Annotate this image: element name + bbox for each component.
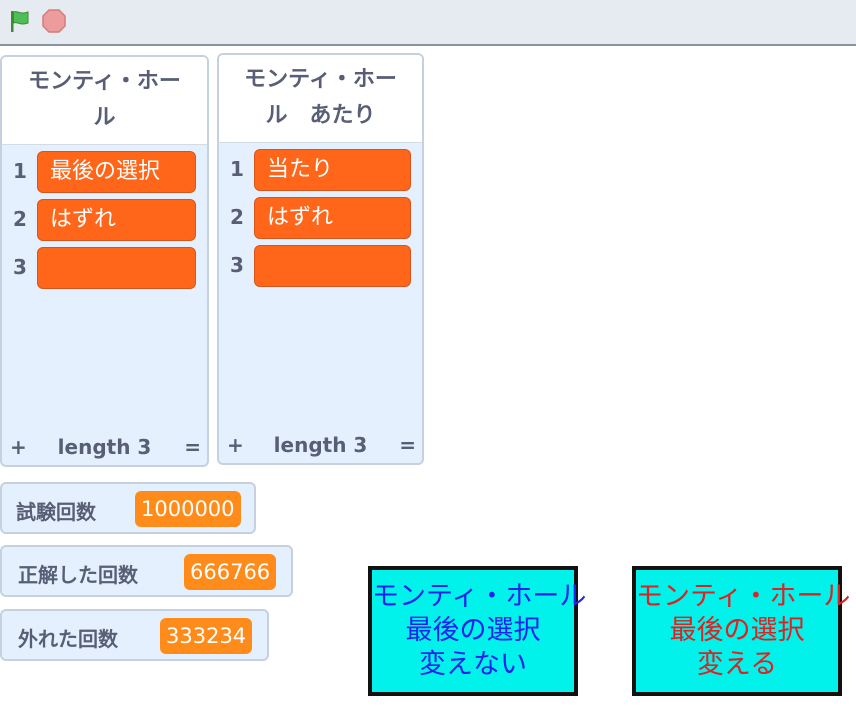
variable-monitor-wrong-count: 外れた回数 333234 [0, 609, 269, 661]
variable-label: 試験回数 [16, 500, 96, 524]
list-title-line: ル [93, 105, 116, 130]
variable-label: 正解した回数 [18, 563, 138, 587]
button-line: モンティ・ホール [372, 581, 587, 612]
green-flag-icon[interactable] [8, 9, 32, 33]
list-title-line: モンティ・ホー [244, 67, 397, 92]
button-line: 最後の選択 [669, 615, 805, 646]
button-line: 最後の選択 [405, 615, 541, 646]
button-line: モンティ・ホール [636, 581, 851, 612]
button-line: 変える [696, 649, 778, 680]
button-line: 変えない [419, 649, 527, 680]
list-item: 3 [2, 245, 207, 291]
list-length-label: length 3 [57, 435, 152, 459]
list-item: 1 当たり [219, 147, 422, 193]
stop-sign-icon[interactable] [42, 9, 66, 33]
variable-value: 1000000 [135, 491, 241, 527]
list-item-value[interactable]: 最後の選択 [37, 151, 196, 193]
list-item-index: 3 [230, 253, 244, 277]
list-item-value[interactable]: はずれ [37, 199, 196, 241]
list-item-value[interactable] [37, 247, 196, 289]
list-item: 1 最後の選択 [2, 149, 207, 195]
resize-handle[interactable]: = [184, 435, 201, 459]
list-footer: + length 3 = [219, 427, 422, 463]
list-monitor-monty-hall: モンティ・ホー ル 1 最後の選択 2 はずれ 3 + length 3 = [0, 55, 209, 467]
list-title: モンティ・ホー ル あたり [219, 55, 422, 143]
variable-monitor-correct-count: 正解した回数 666766 [0, 545, 293, 597]
change-button[interactable]: モンティ・ホール 最後の選択 変える [632, 566, 851, 696]
variable-value: 333234 [160, 618, 253, 654]
list-length-label: length 3 [273, 433, 368, 457]
list-title-line: モンティ・ホー [28, 69, 181, 94]
list-title-line: ル あたり [265, 103, 376, 128]
list-item: 2 はずれ [219, 195, 422, 241]
variable-label: 外れた回数 [18, 627, 118, 651]
list-item-index: 2 [13, 207, 27, 231]
list-item-index: 2 [230, 205, 244, 229]
list-item-index: 1 [13, 159, 27, 183]
list-item-value[interactable] [254, 245, 411, 287]
list-footer: + length 3 = [2, 429, 207, 465]
list-item: 3 [219, 243, 422, 289]
list-item-index: 3 [13, 255, 27, 279]
no-change-button[interactable]: モンティ・ホール 最後の選択 変えない [368, 566, 587, 696]
list-item-value[interactable]: 当たり [254, 149, 411, 191]
list-item-value[interactable]: はずれ [254, 197, 411, 239]
list-monitor-monty-hall-correct: モンティ・ホー ル あたり 1 当たり 2 はずれ 3 + length 3 = [217, 53, 424, 465]
list-item-index: 1 [230, 157, 244, 181]
list-item: 2 はずれ [2, 197, 207, 243]
variable-value: 666766 [184, 554, 277, 590]
stage-header [0, 0, 856, 46]
variable-monitor-trials: 試験回数 1000000 [0, 482, 256, 534]
resize-handle[interactable]: = [399, 433, 416, 457]
list-title: モンティ・ホー ル [2, 57, 207, 145]
